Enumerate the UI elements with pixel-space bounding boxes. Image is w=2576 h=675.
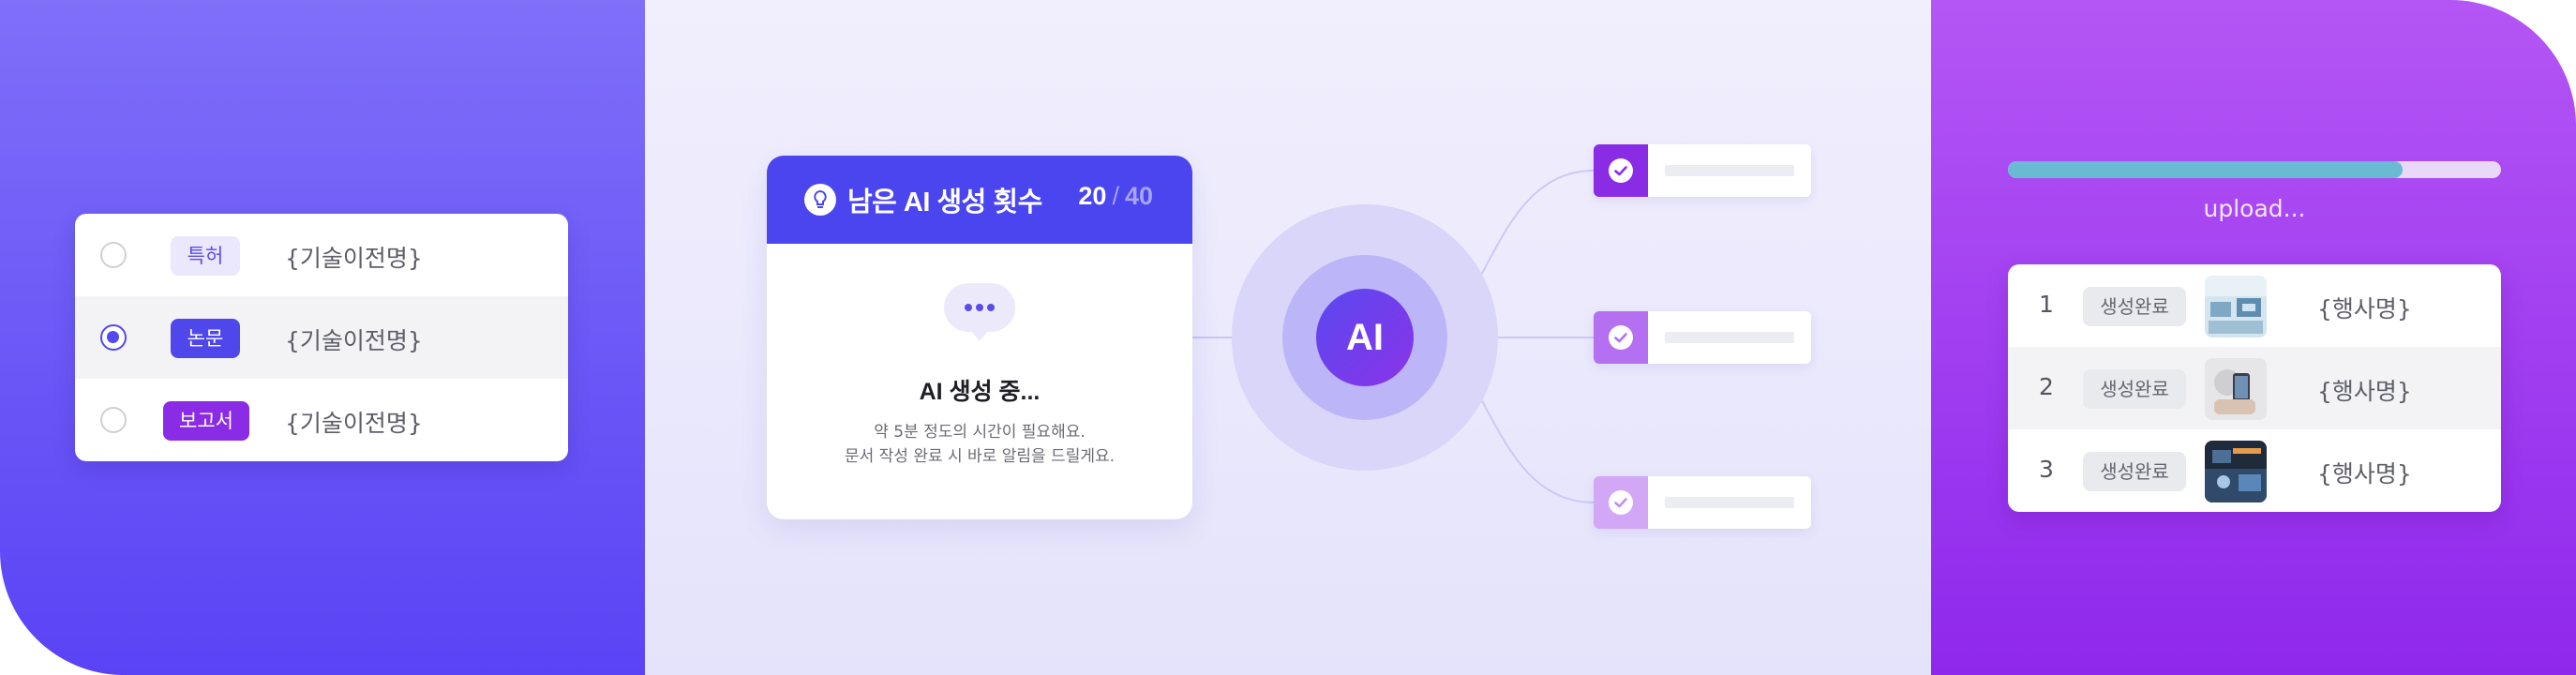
status-badge: 생성완료: [2083, 452, 2186, 491]
total-count: 40: [1124, 182, 1153, 210]
placeholder-line: [1665, 165, 1794, 176]
upload-progress-bar: [2008, 161, 2501, 178]
row-number: 3: [2039, 456, 2054, 483]
status-badge: 생성완료: [2083, 369, 2186, 409]
type-row-patent[interactable]: 특허 {기술이전명}: [75, 214, 568, 296]
type-row-paper[interactable]: 논문 {기술이전명}: [75, 296, 568, 379]
generation-status: AI 생성 중...: [919, 379, 1041, 405]
radio-button[interactable]: [100, 407, 127, 433]
type-name: {기술이전명}: [285, 245, 423, 272]
lightbulb-icon: [804, 184, 836, 216]
type-tag: 보고서: [163, 401, 249, 441]
check-icon: [1594, 144, 1648, 197]
generation-desc-line1: 약 5분 정도의 시간이 필요해요.: [874, 423, 1086, 442]
event-thumbnail: [2205, 276, 2267, 338]
result-item-3: [1594, 476, 1811, 529]
event-row[interactable]: 3 생성완료 {행사명}: [2008, 429, 2501, 512]
check-icon: [1594, 476, 1648, 529]
row-number: 1: [2039, 291, 2054, 318]
radio-button[interactable]: [100, 242, 127, 268]
event-row[interactable]: 2 생성완료 {행사명}: [2008, 347, 2501, 429]
type-tag: 논문: [171, 319, 240, 358]
event-thumbnail: [2205, 441, 2267, 502]
generation-desc-line2: 문서 작성 완료 시 바로 알림을 드릴게요.: [844, 447, 1116, 466]
row-number: 2: [2039, 373, 2054, 400]
type-row-report[interactable]: 보고서 {기술이전명}: [75, 379, 568, 461]
placeholder-line: [1665, 497, 1794, 508]
remaining-count: 20/40: [1078, 182, 1153, 211]
chat-bubble-icon: [944, 283, 1015, 341]
event-name: {행사명}: [2317, 295, 2412, 322]
document-type-list: 특허 {기술이전명} 논문 {기술이전명} 보고서 {기술이전명}: [75, 214, 568, 461]
event-row[interactable]: 1 생성완료 {행사명}: [2008, 264, 2501, 347]
count-separator: /: [1112, 182, 1119, 210]
event-list: 1 생성완료 {행사명} 2 생성완료 {행사명} 3 생성완료 {행사명}: [2008, 264, 2501, 512]
event-name: {행사명}: [2317, 378, 2412, 405]
result-item-2: [1594, 311, 1811, 364]
document-type-panel: 특허 {기술이전명} 논문 {기술이전명} 보고서 {기술이전명}: [0, 0, 645, 675]
type-name: {기술이전명}: [285, 410, 423, 437]
upload-panel: upload... 1 생성완료 {행사명} 2 생성완료 {행사명} 3 생성…: [1931, 0, 2576, 675]
remaining-count-title: 남은 AI 생성 횟수: [847, 188, 1042, 218]
radio-button-selected[interactable]: [100, 324, 127, 351]
check-icon: [1594, 311, 1648, 364]
used-count: 20: [1078, 182, 1107, 210]
upload-status: upload...: [2203, 195, 2306, 222]
generation-card-header: 남은 AI 생성 횟수 20/40: [767, 156, 1192, 244]
placeholder-line: [1665, 332, 1794, 343]
event-thumbnail: [2205, 358, 2267, 420]
ai-generation-panel: 남은 AI 생성 횟수 20/40 AI 생성 중... 약 5분 정도의 시간…: [645, 0, 1931, 675]
result-item-1: [1594, 144, 1811, 197]
type-tag: 특허: [171, 236, 240, 276]
event-name: {행사명}: [2317, 460, 2412, 488]
upload-progress-fill: [2008, 161, 2403, 178]
status-badge: 생성완료: [2083, 287, 2186, 326]
type-name: {기술이전명}: [285, 327, 423, 354]
generation-card: 남은 AI 생성 횟수 20/40 AI 생성 중... 약 5분 정도의 시간…: [767, 156, 1192, 519]
ai-core: AI: [1316, 289, 1414, 386]
